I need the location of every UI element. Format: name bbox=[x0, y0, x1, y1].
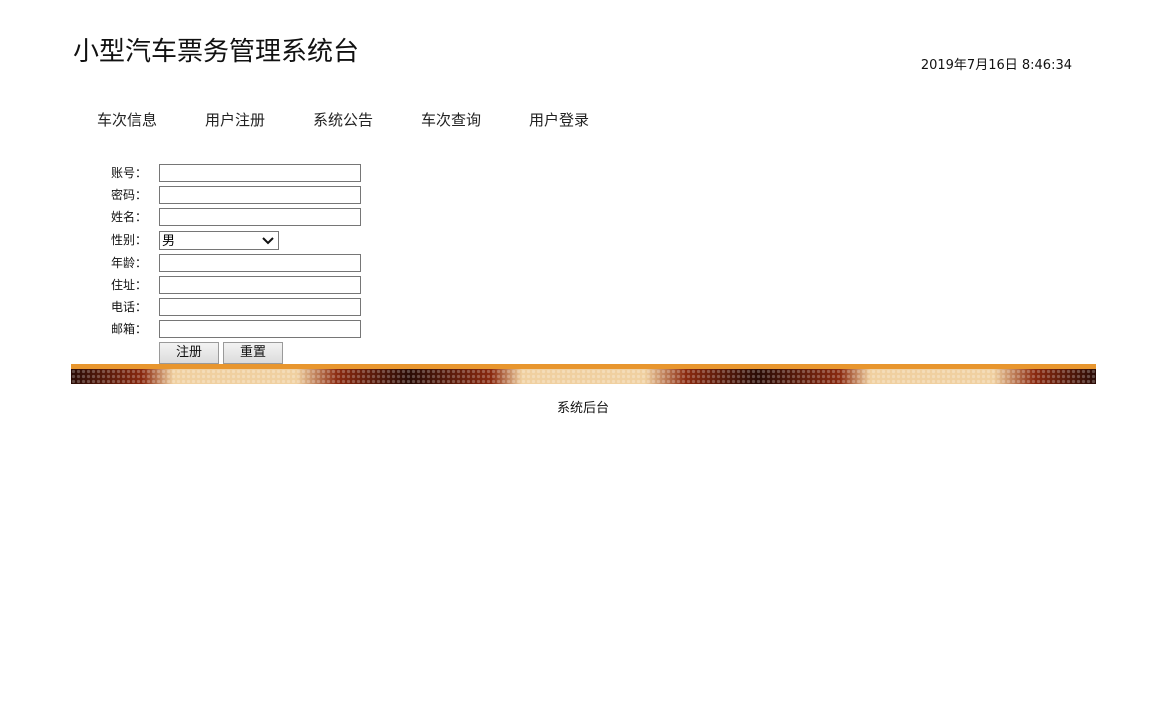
gender-select[interactable]: 男 bbox=[159, 231, 279, 250]
age-row: 年龄： bbox=[100, 253, 400, 274]
gender-label: 性别： bbox=[111, 233, 148, 247]
password-row: 密码： bbox=[100, 185, 400, 206]
name-input[interactable] bbox=[159, 208, 361, 226]
account-row: 账号： bbox=[100, 163, 400, 184]
email-label: 邮箱： bbox=[111, 322, 148, 336]
nav-item-train-info[interactable]: 车次信息 bbox=[73, 106, 181, 134]
age-input[interactable] bbox=[159, 254, 361, 272]
current-datetime: 2019年7月16日 8:46:34 bbox=[920, 58, 1072, 73]
reset-button[interactable]: 重置 bbox=[223, 342, 283, 364]
address-row: 住址： bbox=[100, 275, 400, 296]
email-input[interactable] bbox=[159, 320, 361, 338]
nav-item-system-notice[interactable]: 系统公告 bbox=[289, 106, 397, 134]
account-input[interactable] bbox=[159, 164, 361, 182]
gender-row: 性别： 男 bbox=[100, 229, 400, 252]
phone-input[interactable] bbox=[159, 298, 361, 316]
phone-label: 电话： bbox=[111, 300, 148, 314]
age-label: 年龄： bbox=[111, 256, 148, 270]
system-backend-link[interactable]: 系统后台 bbox=[0, 399, 1166, 419]
site-title: 小型汽车票务管理系统台 bbox=[73, 37, 360, 67]
phone-row: 电话： bbox=[100, 297, 400, 318]
nav-item-train-query[interactable]: 车次查询 bbox=[397, 106, 505, 134]
name-row: 姓名： bbox=[100, 207, 400, 228]
nav-item-user-login[interactable]: 用户登录 bbox=[505, 106, 613, 134]
page: 小型汽车票务管理系统台 2019年7月16日 8:46:34 车次信息 用户注册… bbox=[0, 0, 1166, 704]
password-label: 密码： bbox=[111, 188, 148, 202]
nav-item-user-register[interactable]: 用户注册 bbox=[181, 106, 289, 134]
registration-form: 账号： 密码： 姓名： 性别： 男 年龄： 住址： 电话： 邮箱： 注册 重置 bbox=[100, 163, 400, 366]
password-input[interactable] bbox=[159, 186, 361, 204]
address-label: 住址： bbox=[111, 278, 148, 292]
register-button[interactable]: 注册 bbox=[159, 342, 219, 364]
banner-top-stripe bbox=[71, 364, 1096, 369]
decorative-banner bbox=[71, 364, 1096, 384]
form-actions: 注册 重置 bbox=[100, 342, 400, 366]
name-label: 姓名： bbox=[111, 210, 148, 224]
banner-mesh bbox=[71, 369, 1096, 384]
email-row: 邮箱： bbox=[100, 319, 400, 340]
main-nav: 车次信息 用户注册 系统公告 车次查询 用户登录 bbox=[73, 106, 613, 134]
account-label: 账号： bbox=[111, 166, 148, 180]
address-input[interactable] bbox=[159, 276, 361, 294]
